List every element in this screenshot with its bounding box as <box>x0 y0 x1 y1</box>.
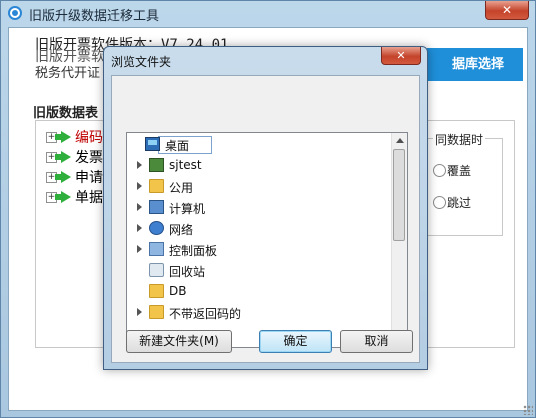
folder-icon <box>149 179 164 193</box>
folder-label: 计算机 <box>169 202 206 216</box>
app-logo-icon <box>8 6 22 20</box>
resize-grip-icon[interactable] <box>523 405 533 415</box>
dialog-body: 桌面 sjtest 公用 计算机 网络 控制面板 回收站 DB 不带返回码的 新… <box>111 75 420 363</box>
recycle-bin-icon <box>149 263 164 277</box>
folder-label: 网络 <box>169 223 194 237</box>
table-tree-label: 单据 <box>75 190 103 206</box>
table-tree-label: 申请 <box>75 170 103 186</box>
folder-label: 控制面板 <box>169 244 218 258</box>
cancel-button[interactable]: 取消 <box>340 330 413 353</box>
folder-label: 不带返回码的 <box>169 307 242 321</box>
dialog-title: 浏览文件夹 <box>111 55 172 69</box>
folder-label: sjtest <box>169 158 202 172</box>
green-arrow-icon <box>55 191 71 203</box>
section-label-old-tables: 旧版数据表 <box>33 106 99 121</box>
network-icon <box>149 221 164 235</box>
overwrite-label: 覆盖 <box>447 164 472 178</box>
main-close-button[interactable]: ✕ <box>485 1 529 20</box>
table-tree-item[interactable]: + 单据 <box>46 187 103 206</box>
folder-icon <box>149 305 164 319</box>
table-tree-item[interactable]: + 申请 <box>46 167 103 186</box>
table-tree-label: 编码 <box>75 130 103 146</box>
folder-label: 回收站 <box>169 265 206 279</box>
skip-radio[interactable] <box>433 196 446 209</box>
folder-tree-scrollbar[interactable] <box>391 133 407 347</box>
table-tree-item[interactable]: + 发票 <box>46 147 103 166</box>
expand-arrow-icon[interactable] <box>137 203 142 211</box>
overwrite-radio[interactable] <box>433 164 446 177</box>
new-folder-button[interactable]: 新建文件夹(M) <box>126 330 232 353</box>
dialog-close-button[interactable]: ✕ <box>381 47 421 65</box>
folder-label: DB <box>169 284 187 298</box>
duplicate-option-title: 同数据时 <box>433 131 486 148</box>
user-folder-icon <box>149 158 164 172</box>
control-panel-icon <box>149 242 164 256</box>
green-arrow-icon <box>55 151 71 163</box>
browse-folder-dialog: 浏览文件夹 ✕ 桌面 sjtest 公用 计算机 网络 控制面板 回收站 DB … <box>103 46 428 370</box>
folder-icon <box>149 284 164 298</box>
table-tree-item[interactable]: + 编码 <box>46 127 103 146</box>
expand-arrow-icon[interactable] <box>137 182 142 190</box>
scroll-up-arrow-icon[interactable] <box>396 138 404 143</box>
expand-arrow-icon[interactable] <box>137 224 142 232</box>
folder-label: 桌面 <box>165 139 190 153</box>
table-tree-label: 发票 <box>75 150 103 166</box>
green-arrow-icon <box>55 171 71 183</box>
version-label-3: 税务代开证 <box>35 66 101 81</box>
green-arrow-icon <box>55 131 71 143</box>
expand-arrow-icon[interactable] <box>137 245 142 253</box>
desktop-icon <box>145 137 160 151</box>
folder-label: 公用 <box>169 181 194 195</box>
main-window-title: 旧版升级数据迁移工具 <box>29 9 160 24</box>
scroll-thumb[interactable] <box>393 149 405 241</box>
folder-tree[interactable]: 桌面 sjtest 公用 计算机 网络 控制面板 回收站 DB 不带返回码的 <box>126 132 408 348</box>
ok-button[interactable]: 确定 <box>259 330 332 353</box>
computer-icon <box>149 200 164 214</box>
duplicate-option-group <box>427 138 503 236</box>
main-titlebar[interactable]: 旧版升级数据迁移工具 ✕ <box>1 1 535 27</box>
expand-arrow-icon[interactable] <box>137 308 142 316</box>
skip-label: 跳过 <box>447 196 472 210</box>
expand-arrow-icon[interactable] <box>137 161 142 169</box>
database-select-button[interactable]: 据库选择 <box>427 48 523 81</box>
